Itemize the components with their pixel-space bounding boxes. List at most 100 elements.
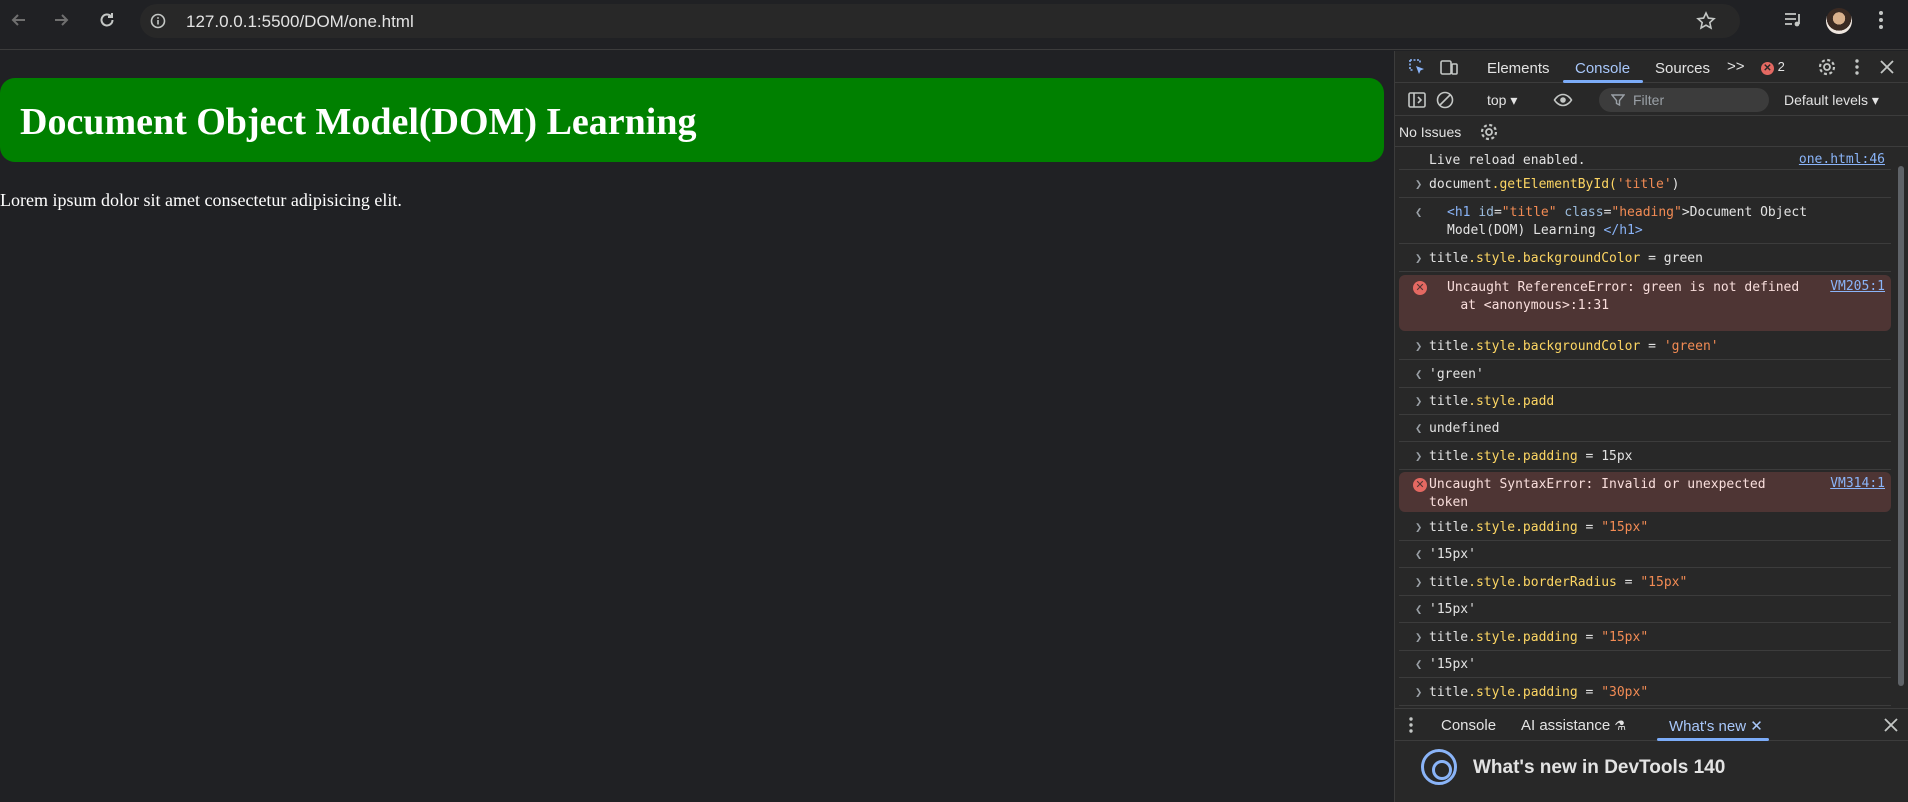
expr-assign: = 15px xyxy=(1577,449,1633,464)
close-tab-icon[interactable]: ✕ xyxy=(1750,718,1763,735)
expr-object: title xyxy=(1429,339,1469,354)
error-message: ✕ Uncaught SyntaxError: Invalid or unexp… xyxy=(1399,472,1891,512)
input-chevron-icon: ❯ xyxy=(1415,685,1423,699)
chrome-devtools-logo-icon xyxy=(1421,749,1457,785)
expr-paren: ) xyxy=(1671,177,1680,192)
expr-property: .style.padding xyxy=(1468,449,1578,464)
expr-object: title xyxy=(1429,394,1469,409)
input-chevron-icon: ❯ xyxy=(1415,177,1423,191)
source-link[interactable]: one.html:46 xyxy=(1799,152,1885,167)
context-selector[interactable]: top ▾ xyxy=(1487,92,1517,109)
expr-property: .style.backgroundColor xyxy=(1468,339,1641,354)
device-toolbar-icon[interactable] xyxy=(1439,57,1459,77)
console-result-row: ❮ 'green' xyxy=(1399,362,1891,388)
expr-object: document xyxy=(1429,177,1492,192)
html-tag-open: <h1 xyxy=(1447,205,1471,220)
console-result-row: ❮ '15px' xyxy=(1399,652,1891,678)
drawer-tab-whats-new[interactable]: What's new ✕ xyxy=(1669,717,1763,735)
address-bar[interactable]: 127.0.0.1:5500/DOM/one.html xyxy=(140,4,1740,38)
source-link[interactable]: VM205:1 xyxy=(1830,279,1885,294)
console-log: Live reload enabled. one.html:46 ❯ docum… xyxy=(1395,148,1908,707)
error-text[interactable]: Uncaught SyntaxError: Invalid or unexpec… xyxy=(1429,476,1809,512)
inspect-element-icon[interactable] xyxy=(1407,57,1427,77)
html-attr-value: "title" xyxy=(1501,205,1557,220)
tab-console[interactable]: Console xyxy=(1575,60,1630,77)
error-counter[interactable]: ✕ 2 xyxy=(1761,59,1785,75)
input-chevron-icon: ❯ xyxy=(1415,630,1423,644)
console-result-row: ❮ '15px' xyxy=(1399,597,1891,623)
console-scrollbar[interactable] xyxy=(1896,148,1906,708)
page-paragraph: Lorem ipsum dolor sit amet consectetur a… xyxy=(0,190,402,210)
issues-status[interactable]: No Issues xyxy=(1399,124,1461,140)
error-icon: ✕ xyxy=(1761,62,1774,75)
sidebar-toggle-icon[interactable] xyxy=(1407,90,1427,110)
scrollbar-thumb[interactable] xyxy=(1898,166,1904,686)
settings-gear-icon[interactable] xyxy=(1817,57,1837,77)
console-settings-gear-icon[interactable] xyxy=(1479,122,1499,142)
expr-property: .style.padd xyxy=(1468,394,1555,409)
back-arrow-icon[interactable] xyxy=(8,9,30,31)
forward-arrow-icon[interactable] xyxy=(50,9,72,31)
html-tag-close: </h1> xyxy=(1603,223,1643,238)
expr-string: 'title' xyxy=(1616,177,1672,192)
close-drawer-icon[interactable] xyxy=(1881,715,1901,735)
console-input-row: ❯ title.style.backgroundColor = 'green' xyxy=(1399,334,1891,360)
expr-string: "30px" xyxy=(1601,685,1649,700)
console-input-row: ❯ title.style.padding = "15px" xyxy=(1399,515,1891,541)
flask-icon: ⚗ xyxy=(1614,718,1627,733)
error-icon: ✕ xyxy=(1413,478,1427,492)
source-link[interactable]: VM314:1 xyxy=(1830,476,1885,491)
console-toolbar: top ▾ Filter Default levels ▾ xyxy=(1395,84,1908,116)
issues-bar: No Issues xyxy=(1395,117,1908,147)
expr-object: title xyxy=(1429,575,1469,590)
site-info-icon[interactable] xyxy=(150,13,166,29)
console-result-row: ❮ undefined xyxy=(1399,416,1891,442)
html-attr-value: "heading" xyxy=(1611,205,1682,220)
result-value: '15px' xyxy=(1429,657,1476,672)
expr-object: title xyxy=(1429,449,1469,464)
live-expression-eye-icon[interactable] xyxy=(1553,90,1573,110)
drawer-menu-kebab-icon[interactable] xyxy=(1401,715,1421,735)
close-devtools-icon[interactable] xyxy=(1877,57,1897,77)
devtools-drawer: Console AI assistance ⚗ What's new ✕ Wha… xyxy=(1395,708,1908,802)
profile-avatar[interactable] xyxy=(1826,8,1852,34)
media-controls-icon[interactable] xyxy=(1782,9,1804,31)
console-result-row: ❮ '15px' xyxy=(1399,542,1891,568)
result-value: '15px' xyxy=(1429,602,1476,617)
drawer-tab-ai-assistance[interactable]: AI assistance ⚗ xyxy=(1521,717,1626,734)
customize-kebab-icon[interactable] xyxy=(1847,57,1867,77)
input-chevron-icon: ❯ xyxy=(1415,575,1423,589)
error-count: 2 xyxy=(1777,59,1785,74)
error-text[interactable]: Uncaught ReferenceError: green is not de… xyxy=(1429,279,1829,315)
input-chevron-icon: ❯ xyxy=(1415,339,1423,353)
result-arrow-icon: ❮ xyxy=(1415,421,1423,435)
drawer-tab-console[interactable]: Console xyxy=(1441,717,1496,734)
drawer-tabbar: Console AI assistance ⚗ What's new ✕ xyxy=(1395,709,1908,741)
expr-string: 'green' xyxy=(1663,339,1719,354)
log-levels-dropdown[interactable]: Default levels ▾ xyxy=(1784,92,1879,109)
filter-input[interactable]: Filter xyxy=(1599,88,1769,112)
console-result-row[interactable]: ❮ <h1 id="title" class="heading">Documen… xyxy=(1399,200,1891,244)
console-input-row: ❯ document.getElementById('title') xyxy=(1399,172,1891,198)
expr-assign: = xyxy=(1640,339,1664,354)
html-attr-name: class xyxy=(1564,205,1604,220)
result-arrow-icon: ❮ xyxy=(1415,547,1423,561)
expr-property: .style.padding xyxy=(1468,520,1578,535)
input-chevron-icon: ❯ xyxy=(1415,449,1423,463)
expr-string: "15px" xyxy=(1640,575,1688,590)
expr-string: "15px" xyxy=(1601,520,1649,535)
expr-object: title xyxy=(1429,630,1469,645)
reload-icon[interactable] xyxy=(96,9,118,31)
input-chevron-icon: ❯ xyxy=(1415,251,1423,265)
url-text[interactable]: 127.0.0.1:5500/DOM/one.html xyxy=(186,12,414,32)
clear-console-icon[interactable] xyxy=(1435,90,1455,110)
console-input-row: ❯ title.style.padd xyxy=(1399,389,1891,415)
tab-sources[interactable]: Sources xyxy=(1655,60,1710,77)
menu-kebab-icon[interactable] xyxy=(1870,9,1892,31)
bookmark-star-icon[interactable] xyxy=(1696,11,1716,31)
tab-elements[interactable]: Elements xyxy=(1487,60,1550,77)
result-arrow-icon: ❮ xyxy=(1415,602,1423,616)
more-tabs-icon[interactable]: >> xyxy=(1727,58,1745,75)
devtools-panel: Elements Console Sources >> ✕ 2 top ▾ Fi… xyxy=(1394,51,1908,802)
drawer-tab-whats-new-label: What's new xyxy=(1669,718,1747,735)
